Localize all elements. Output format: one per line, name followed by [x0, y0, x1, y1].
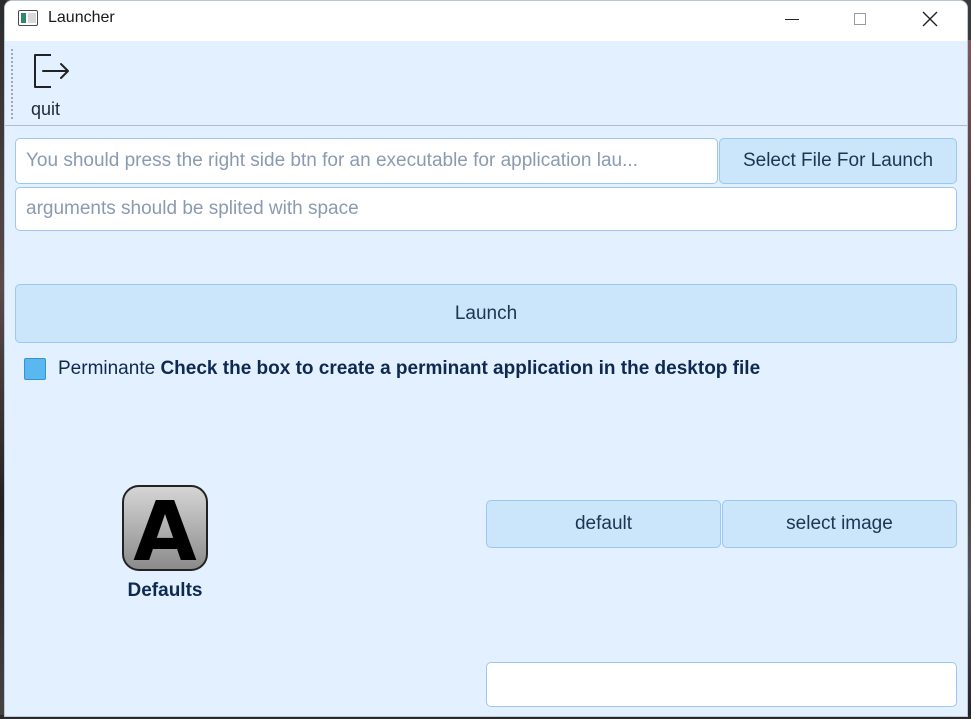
arguments-placeholder: arguments should be splited with space [26, 198, 359, 219]
toolbar: quit [5, 41, 967, 125]
toolbar-separator [5, 125, 967, 126]
app-icon-preview: A [121, 484, 209, 580]
quit-button[interactable]: quit [25, 47, 77, 119]
app-window-icon [18, 10, 38, 26]
minimize-button[interactable] [769, 1, 815, 37]
maximize-icon [854, 13, 866, 25]
arguments-input[interactable]: arguments should be splited with space [15, 187, 957, 231]
icon-letter: A [133, 485, 197, 572]
minimize-icon [785, 18, 799, 20]
app-name-input[interactable] [486, 662, 957, 707]
title-bar[interactable]: Launcher [5, 1, 967, 41]
letter-a-icon: A [122, 485, 208, 580]
toolbar-grip[interactable] [11, 49, 13, 121]
launch-button[interactable]: Launch [15, 284, 957, 343]
default-icon-button[interactable]: default [486, 500, 721, 548]
icon-caption: Defaults [127, 580, 203, 601]
window-title: Launcher [48, 9, 115, 26]
executable-path-placeholder: You should press the right side btn for … [26, 150, 638, 171]
launcher-window: Launcher quit You should press the right… [4, 0, 968, 717]
quit-label: quit [31, 99, 61, 119]
permanent-checkbox-text[interactable]: Perminante Check the box to create a per… [58, 358, 760, 380]
select-image-button[interactable]: select image [722, 500, 957, 548]
logout-icon [34, 54, 69, 88]
permanent-checkbox-label: Perminante [58, 358, 156, 379]
permanent-checkbox[interactable] [24, 358, 46, 380]
select-file-button[interactable]: Select File For Launch [719, 138, 957, 184]
maximize-button[interactable] [837, 1, 883, 37]
executable-path-input[interactable]: You should press the right side btn for … [15, 138, 718, 184]
close-icon [922, 11, 938, 27]
permanent-hint: Check the box to create a perminant appl… [160, 358, 761, 379]
close-button[interactable] [907, 1, 953, 37]
